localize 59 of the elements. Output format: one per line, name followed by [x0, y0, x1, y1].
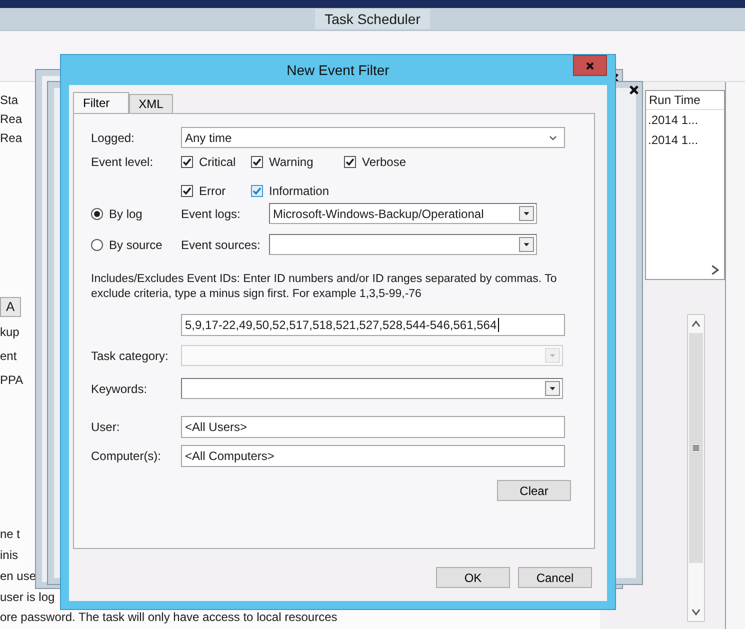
tab[interactable]: XML — [128, 94, 174, 113]
field-text: PPA — [0, 372, 24, 389]
dropdown[interactable]: Microsoft-Windows-Backup/Operational — [269, 203, 537, 224]
window-title: Task Scheduler — [314, 9, 430, 29]
close-icon — [585, 60, 595, 70]
input-field[interactable]: 5,9,17-22,49,50,52,517,518,521,527,528,544-546,561,564 — [181, 314, 565, 336]
input-field[interactable]: <All Users> — [181, 416, 565, 438]
scrollbar[interactable] — [687, 314, 705, 622]
check-icon — [182, 186, 192, 196]
close-button[interactable] — [573, 55, 607, 76]
list-cell: Rea — [0, 130, 22, 147]
column-header[interactable]: Run Time — [646, 91, 724, 110]
table-cell-text: .2014 1... — [647, 112, 700, 129]
dropdown-arrow-icon — [522, 209, 531, 218]
dropdown[interactable] — [181, 378, 563, 399]
field-text: kup — [0, 324, 20, 341]
option-text: ne t — [0, 526, 20, 543]
ok-button[interactable]: OK — [436, 567, 510, 588]
clear-button[interactable]: Clear — [497, 480, 571, 501]
check-icon — [345, 157, 355, 167]
checkbox[interactable]: Error — [181, 184, 251, 198]
checkbox[interactable]: Verbose — [344, 155, 406, 169]
list-cell: Sta — [0, 92, 18, 109]
dropdown-arrow-icon — [548, 351, 557, 360]
grip-icon[interactable] — [691, 443, 701, 453]
dropdown-arrow-icon — [522, 240, 531, 249]
option-text: en use — [0, 568, 36, 585]
field-label: Logged: — [91, 130, 136, 144]
tab[interactable]: Filter — [73, 92, 129, 113]
input-field[interactable]: <All Computers> — [181, 445, 565, 467]
list-cell: Rea — [0, 111, 22, 128]
description-text: Includes/Excludes Event IDs: Enter ID numbers and/or ID ranges separated by commas. To exclude criteria, type a minus sign first. For example 1,3,5-99,-76 — [91, 272, 558, 302]
tab[interactable]: A — [0, 297, 21, 317]
field-label: Keywords: — [91, 382, 148, 396]
dialog-title: New Event Filter — [286, 62, 390, 78]
checkbox[interactable]: Critical — [181, 155, 251, 169]
dropdown[interactable] — [269, 234, 537, 255]
check-icon — [182, 157, 192, 167]
field-label: Computer(s): — [91, 449, 162, 463]
table-cell-text: .2014 1... — [647, 132, 700, 149]
field-label: Task category: — [91, 348, 170, 362]
check-icon — [252, 157, 262, 167]
field-label: User: — [91, 420, 121, 434]
option-text: user is log — [0, 589, 55, 606]
field-text: ent — [0, 348, 17, 365]
option-text: inis — [0, 547, 18, 564]
checkbox[interactable]: Information — [251, 184, 344, 198]
field-label: Event sources: — [181, 238, 262, 252]
radio-button[interactable]: By source — [91, 238, 181, 252]
radio-button[interactable]: By log — [91, 206, 181, 220]
cancel-button[interactable]: Cancel — [518, 567, 592, 588]
description-text: ore password. The task will only have access to local resources — [0, 610, 338, 624]
dropdown-arrow-icon — [548, 384, 557, 393]
dropdown[interactable]: Any time — [181, 127, 565, 148]
field-label: Event level: — [91, 155, 154, 169]
checkbox[interactable]: Warning — [251, 155, 344, 169]
field-label: Event logs: — [181, 206, 242, 220]
close-icon[interactable] — [628, 84, 640, 96]
check-icon — [252, 186, 262, 196]
